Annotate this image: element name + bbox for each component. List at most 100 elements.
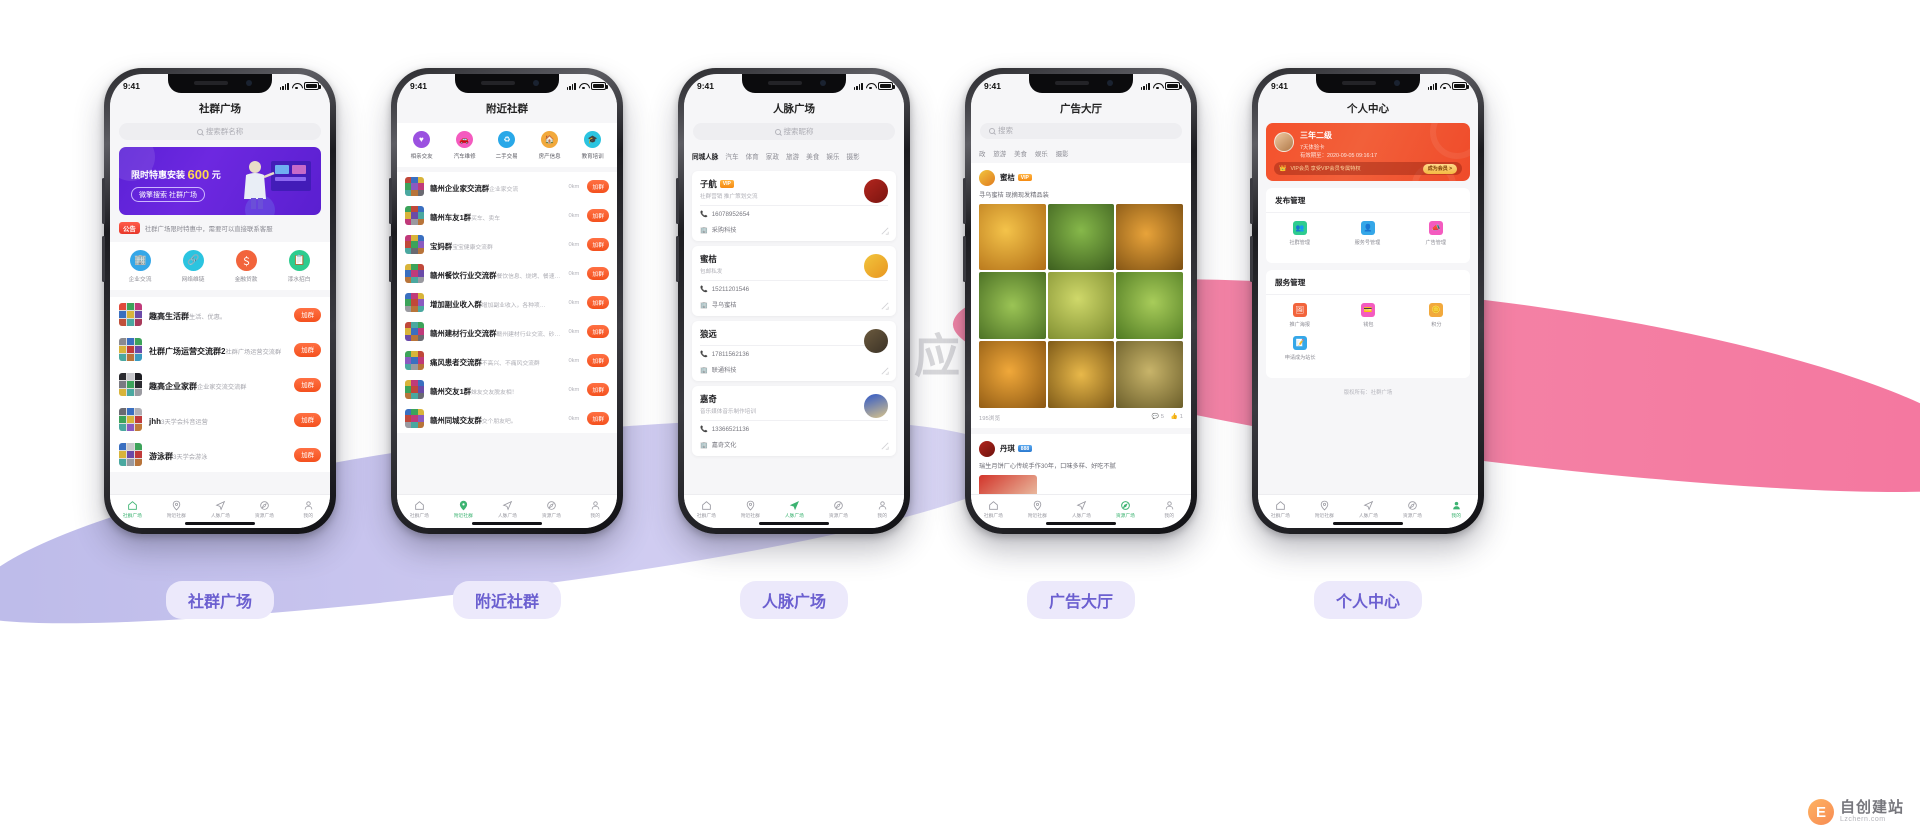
promo-banner[interactable]: 限时特惠安装 600 元 微擎搜索 社群广场 bbox=[119, 147, 321, 215]
tab-nearby[interactable]: 附近社群 bbox=[1015, 500, 1059, 520]
list-item[interactable]: 增加副业收入群增加副业收入，各种项… 0km 加群 bbox=[397, 288, 617, 317]
tab-mine[interactable]: 我的 bbox=[573, 500, 617, 520]
tab-community-plaza[interactable]: 社群广场 bbox=[110, 500, 154, 520]
join-button[interactable]: 加群 bbox=[587, 354, 609, 367]
filter-chip[interactable]: 摄影 bbox=[847, 151, 860, 161]
tab-resources[interactable]: 资源广场 bbox=[529, 500, 573, 520]
ad-post[interactable]: 丹琪 888 瑞生月饼厂心传统手作30年，口味多样、好吃不腻 bbox=[971, 433, 1191, 494]
menu-item[interactable]: 📝 申请成为站长 bbox=[1266, 336, 1334, 361]
post-image[interactable] bbox=[1047, 272, 1115, 339]
comment-count[interactable]: 💬 5 bbox=[1152, 414, 1164, 420]
expand-icon[interactable] bbox=[881, 367, 889, 375]
post-image[interactable] bbox=[979, 474, 1037, 494]
list-item[interactable]: 赣州餐饮行业交流群餐饮信息、烧烤、餐速… 0km 加群 bbox=[397, 259, 617, 288]
tag-chip[interactable]: 美食 bbox=[1014, 149, 1027, 158]
tab-community-plaza[interactable]: 社群广场 bbox=[971, 500, 1015, 520]
tag-chip[interactable]: 摄影 bbox=[1056, 149, 1069, 158]
join-button[interactable]: 加群 bbox=[587, 209, 609, 222]
tab-contacts[interactable]: 人脉广场 bbox=[198, 500, 242, 520]
menu-item[interactable]: 👥 社群管理 bbox=[1266, 221, 1334, 246]
expand-icon[interactable] bbox=[881, 302, 889, 310]
vip-upgrade-bar[interactable]: 👑 VIP会员 享受VIP会员专属特权 成为会员 > bbox=[1274, 162, 1462, 175]
join-button[interactable]: 加群 bbox=[294, 412, 321, 427]
tab-nearby[interactable]: 附近社群 bbox=[728, 500, 772, 520]
filter-chip[interactable]: 汽车 bbox=[725, 151, 738, 161]
join-button[interactable]: 加群 bbox=[294, 342, 321, 357]
list-item[interactable]: 社群广场运营交流群2社群广场运营交流群 加群 bbox=[110, 332, 330, 367]
post-image[interactable] bbox=[979, 272, 1046, 339]
filter-chip[interactable]: 家政 bbox=[766, 151, 779, 161]
tab-nearby[interactable]: 附近社群 bbox=[1302, 500, 1346, 520]
list-item[interactable]: 趣高企业家群企业家交流交流群 加群 bbox=[110, 367, 330, 402]
become-member-button[interactable]: 成为会员 > bbox=[1422, 163, 1457, 174]
tab-mine[interactable]: 我的 bbox=[286, 500, 330, 520]
quick-entry[interactable]: 🔗 网络维链 bbox=[167, 250, 220, 283]
list-item[interactable]: 赣州交友1群妹友交友脱友相！ 0km 加群 bbox=[397, 375, 617, 404]
filter-chip[interactable]: 体育 bbox=[746, 151, 759, 161]
tag-chip[interactable]: 旅游 bbox=[993, 149, 1006, 158]
category-item[interactable]: ♻ 二手交易 bbox=[486, 131, 529, 160]
tab-nearby[interactable]: 附近社群 bbox=[441, 500, 485, 520]
person-card[interactable]: 嘉奇 音乐媒体音乐制作培训 📞 13366521136 🏢 嘉奇文化 bbox=[692, 386, 896, 456]
quick-entry[interactable]: 🏢 企业交流 bbox=[114, 250, 167, 283]
join-button[interactable]: 加群 bbox=[587, 325, 609, 338]
join-button[interactable]: 加群 bbox=[294, 307, 321, 322]
join-button[interactable]: 加群 bbox=[587, 267, 609, 280]
list-item[interactable]: 赣州建材行业交流群赣州建材行业交流、砂… 0km 加群 bbox=[397, 317, 617, 346]
person-card[interactable]: 狼远 📞 17811562136 🏢 联通科技 bbox=[692, 321, 896, 381]
join-button[interactable]: 加群 bbox=[587, 412, 609, 425]
list-item[interactable]: 赣州企业家交流群企业家交流 0km 加群 bbox=[397, 172, 617, 201]
post-image[interactable] bbox=[1047, 340, 1115, 408]
join-button[interactable]: 加群 bbox=[294, 377, 321, 392]
person-card[interactable]: 子航 VIP 社群营销 推广策划交流 📞 16078952654 🏢 采购科技 bbox=[692, 171, 896, 241]
menu-item[interactable]: 📣 广告管理 bbox=[1402, 221, 1470, 246]
filter-chip[interactable]: 旅游 bbox=[786, 151, 799, 161]
join-button[interactable]: 加群 bbox=[294, 447, 321, 462]
ad-post[interactable]: 蜜桔 VIP 寻乌蜜桔 现摘现发精品装 195浏览 💬 5 👍 1 bbox=[971, 162, 1191, 428]
tag-chip[interactable]: 政 bbox=[979, 149, 985, 158]
menu-item[interactable]: 🖼 推广海报 bbox=[1266, 303, 1334, 328]
post-image[interactable] bbox=[1116, 272, 1183, 339]
list-item[interactable]: 痛风患者交流群不高兴、不痛风交流群 0km 加群 bbox=[397, 346, 617, 375]
join-button[interactable]: 加群 bbox=[587, 383, 609, 396]
category-item[interactable]: ♥ 相亲交友 bbox=[400, 131, 443, 160]
notice-bar[interactable]: 公告 社群广场限时特惠中，需要可以直接联系客服 bbox=[119, 222, 321, 234]
tab-mine[interactable]: 我的 bbox=[1434, 500, 1478, 520]
category-item[interactable]: 🎓 教育培训 bbox=[571, 131, 614, 160]
menu-item[interactable]: 👤 服务号管理 bbox=[1334, 221, 1402, 246]
vip-card[interactable]: 三年二级 7天体验卡 有效期至：2020-09-05 09:16:17 👑 VI… bbox=[1266, 123, 1470, 181]
list-item[interactable]: 游泳群3天学会游泳 加群 bbox=[110, 437, 330, 472]
tab-nearby[interactable]: 附近社群 bbox=[154, 500, 198, 520]
menu-item[interactable]: 🪙 积分 bbox=[1402, 303, 1470, 328]
tab-mine[interactable]: 我的 bbox=[860, 500, 904, 520]
tag-chip[interactable]: 娱乐 bbox=[1035, 149, 1048, 158]
tab-contacts[interactable]: 人脉广场 bbox=[485, 500, 529, 520]
list-item[interactable]: jhh3天学会抖音运营 加群 bbox=[110, 402, 330, 437]
post-image[interactable] bbox=[979, 340, 1046, 408]
tab-contacts[interactable]: 人脉广场 bbox=[1059, 500, 1103, 520]
tab-resources[interactable]: 资源广场 bbox=[1103, 500, 1147, 520]
join-button[interactable]: 加群 bbox=[587, 180, 609, 193]
search-input[interactable]: 搜索群名称 bbox=[119, 123, 321, 140]
like-count[interactable]: 👍 1 bbox=[1171, 414, 1183, 420]
tab-resources[interactable]: 资源广场 bbox=[1390, 500, 1434, 520]
post-image[interactable] bbox=[979, 203, 1046, 271]
category-item[interactable]: 🏠 房产信息 bbox=[528, 131, 571, 160]
menu-item[interactable]: 💳 钱包 bbox=[1334, 303, 1402, 328]
filter-chip[interactable]: 美食 bbox=[806, 151, 819, 161]
tab-contacts[interactable]: 人脉广场 bbox=[772, 500, 816, 520]
tab-resources[interactable]: 资源广场 bbox=[816, 500, 860, 520]
expand-icon[interactable] bbox=[881, 227, 889, 235]
tab-community-plaza[interactable]: 社群广场 bbox=[1258, 500, 1302, 520]
post-image[interactable] bbox=[1116, 203, 1183, 271]
post-image[interactable] bbox=[1116, 340, 1183, 408]
join-button[interactable]: 加群 bbox=[587, 238, 609, 251]
quick-entry[interactable]: ＄ 金融贷款 bbox=[220, 250, 273, 283]
person-card[interactable]: 蜜桔 包邮私发 📞 15211201546 🏢 寻乌蜜桔 bbox=[692, 246, 896, 316]
post-image[interactable] bbox=[1047, 203, 1115, 271]
expand-icon[interactable] bbox=[881, 442, 889, 450]
tab-community-plaza[interactable]: 社群广场 bbox=[684, 500, 728, 520]
tab-resources[interactable]: 资源广场 bbox=[242, 500, 286, 520]
list-item[interactable]: 趣高生活群生活、优惠。 加群 bbox=[110, 297, 330, 332]
search-input[interactable]: 搜索昵称 bbox=[693, 123, 895, 140]
